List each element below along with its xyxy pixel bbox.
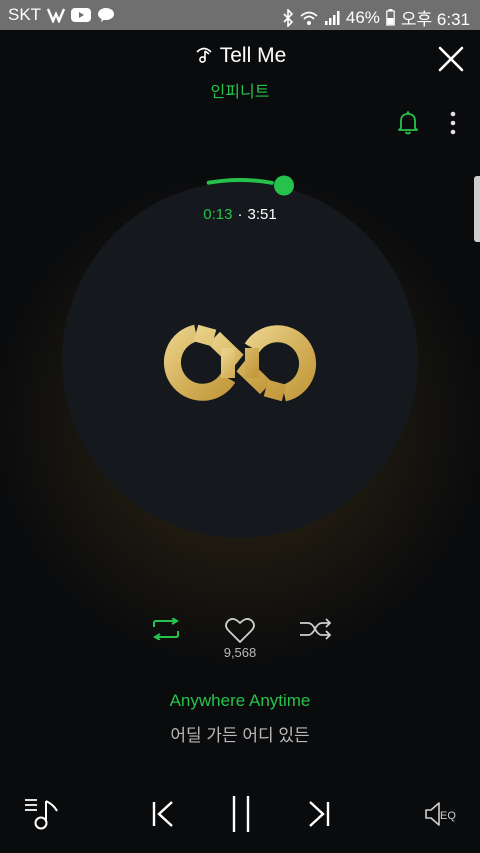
playlist-icon[interactable]	[24, 797, 60, 831]
progress-fill	[206, 177, 274, 185]
like-count: 9,568	[223, 645, 257, 660]
time-display: 0:13 · 3:51	[0, 206, 480, 223]
time-separator: ·	[237, 206, 243, 223]
pause-icon[interactable]	[230, 795, 252, 833]
repeat-icon[interactable]	[150, 618, 182, 640]
total-time: 3:51	[247, 206, 277, 223]
eq-icon[interactable]: EQ	[424, 800, 458, 828]
previous-icon[interactable]	[150, 800, 176, 828]
heart-icon[interactable]	[224, 616, 256, 644]
lyric-next[interactable]: 어딜 가든 어디 있든	[0, 721, 480, 746]
lyric-current[interactable]: Anywhere Anytime	[0, 691, 480, 711]
current-time: 0:13	[203, 206, 233, 223]
shuffle-icon[interactable]	[300, 618, 332, 640]
next-icon[interactable]	[306, 800, 332, 828]
progress-knob[interactable]	[274, 175, 294, 196]
album-art-infinity-logo	[163, 324, 317, 402]
eq-label: EQ	[440, 810, 456, 822]
